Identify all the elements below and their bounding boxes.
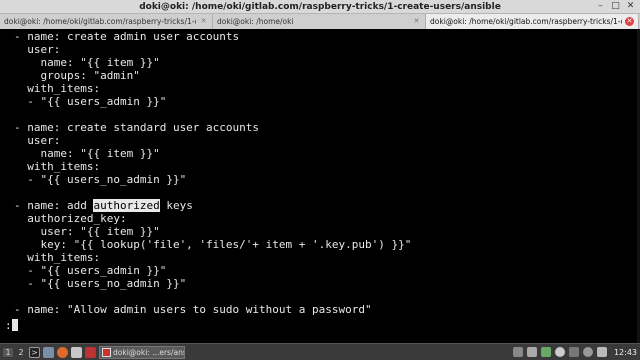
terminal-line: user: "{{ item }}" — [14, 225, 160, 238]
terminal-output[interactable]: - name: create admin user accounts user:… — [0, 29, 640, 343]
text-cursor — [11, 319, 18, 331]
taskbar-window-button[interactable]: doki@oki: ...ers/ansible — [99, 345, 185, 359]
network-icon[interactable] — [512, 347, 523, 357]
terminal-icon[interactable]: > — [29, 346, 40, 358]
editor-icon[interactable] — [85, 346, 96, 358]
terminal-line: - name: create admin user accounts — [14, 30, 240, 43]
tab-label: doki@oki: /home/oki/gitlab.com/raspberry… — [4, 17, 196, 26]
files-icon[interactable] — [43, 346, 54, 358]
terminal-line: user: — [14, 134, 61, 147]
system-tray: 12:43 — [512, 347, 637, 357]
browser-icon[interactable] — [57, 346, 68, 358]
update-icon[interactable] — [554, 347, 565, 357]
bluetooth-icon[interactable] — [568, 347, 579, 357]
chat-icon[interactable] — [582, 347, 593, 357]
terminal-line: - name: create standard user accounts — [14, 121, 260, 134]
terminal-line: key: "{{ lookup('file', 'files/'+ item +… — [14, 238, 412, 251]
window-controls: – □ ✕ — [595, 1, 636, 12]
terminal-line: groups: "admin" — [14, 69, 140, 82]
minimize-icon[interactable]: – — [595, 1, 606, 12]
terminal-line: with_items: — [14, 251, 101, 264]
terminal-line: with_items: — [14, 82, 101, 95]
settings-icon[interactable] — [596, 347, 607, 357]
workspace-2[interactable]: 2 — [16, 348, 26, 357]
selected-text: authorized — [93, 199, 160, 212]
window-titlebar[interactable]: doki@oki: /home/oki/gitlab.com/raspberry… — [0, 0, 640, 14]
terminal-line: with_items: — [14, 160, 101, 173]
terminal-line: - name: add authorized keys — [14, 199, 193, 212]
maximize-icon[interactable]: □ — [610, 1, 621, 12]
tab-close-icon[interactable]: ✕ — [199, 17, 208, 26]
tab-close-icon[interactable]: ✕ — [625, 17, 634, 26]
battery-icon[interactable] — [540, 347, 551, 357]
terminal-line: - "{{ users_no_admin }}" — [14, 173, 187, 186]
terminal-line: user: — [14, 43, 61, 56]
volume-icon[interactable] — [526, 347, 537, 357]
terminal-line: name: "{{ item }}" — [14, 147, 160, 160]
tab-close-icon[interactable]: ✕ — [412, 17, 421, 26]
terminal-line: name: "{{ item }}" — [14, 56, 160, 69]
tab-terminal-3-active[interactable]: doki@oki: /home/oki/gitlab.com/raspberry… — [426, 14, 639, 29]
tab-label: doki@oki: /home/oki — [217, 17, 294, 26]
clock: 12:43 — [613, 347, 637, 357]
terminal-line: - "{{ users_no_admin }}" — [14, 277, 187, 290]
tab-label: doki@oki: /home/oki/gitlab.com/raspberry… — [430, 17, 622, 26]
terminal-prompt[interactable]: : — [5, 319, 18, 332]
tab-terminal-1[interactable]: doki@oki: /home/oki/gitlab.com/raspberry… — [0, 14, 213, 29]
task-label: doki@oki: ...ers/ansible — [113, 347, 184, 357]
taskbar: 1 2 > doki@oki: ...ers/ansible 12:43 — [0, 343, 640, 360]
prompt-text: : — [5, 319, 12, 332]
mail-icon[interactable] — [71, 346, 82, 358]
close-icon[interactable]: ✕ — [625, 1, 636, 12]
terminal-app-icon — [102, 347, 111, 357]
tab-terminal-2[interactable]: doki@oki: /home/oki ✕ — [213, 14, 426, 29]
terminal-line: - "{{ users_admin }}" — [14, 264, 167, 277]
workspace-1[interactable]: 1 — [3, 347, 13, 357]
tab-bar: doki@oki: /home/oki/gitlab.com/raspberry… — [0, 14, 640, 29]
window-title: doki@oki: /home/oki/gitlab.com/raspberry… — [139, 1, 501, 12]
terminal-line: authorized_key: — [14, 212, 127, 225]
terminal-line: - "{{ users_admin }}" — [14, 95, 167, 108]
terminal-line: - name: "Allow admin users to sudo witho… — [14, 303, 372, 316]
